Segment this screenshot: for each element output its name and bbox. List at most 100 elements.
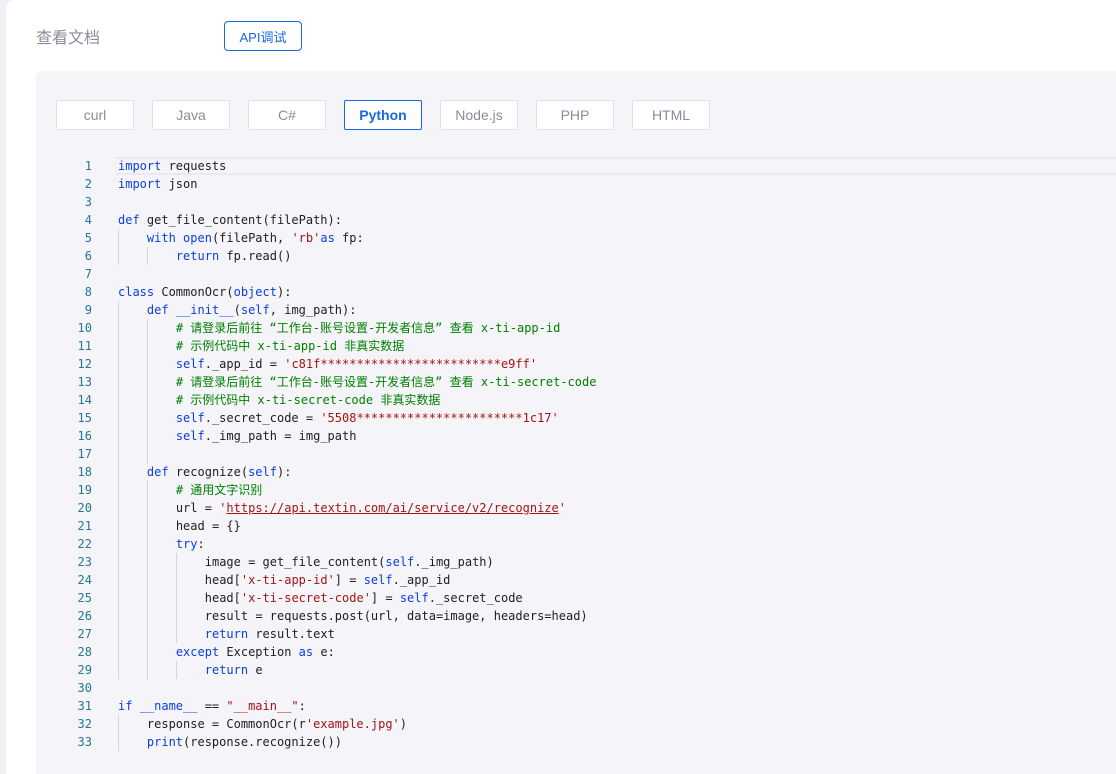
code-url[interactable]: https://api.textin.com/ai/service/v2/rec… bbox=[226, 501, 558, 515]
code-line: 8 class CommonOcr(object): bbox=[36, 283, 1116, 301]
line-number: 30 bbox=[77, 681, 92, 695]
indent-guide bbox=[146, 553, 148, 571]
code-keyword: import bbox=[118, 177, 169, 191]
indent-guide bbox=[118, 661, 119, 679]
language-tab-node-js[interactable]: Node.js bbox=[440, 100, 518, 130]
code-keyword: return bbox=[175, 249, 220, 263]
language-tab-curl[interactable]: curl bbox=[56, 100, 134, 130]
code-token: ] = bbox=[334, 573, 364, 587]
code-line: 19 # 通用文字识别 bbox=[36, 481, 1116, 499]
line-number: 27 bbox=[77, 627, 92, 641]
line-number: 14 bbox=[77, 393, 92, 407]
code-line: 9 def __init__(self, img_path): bbox=[36, 301, 1116, 319]
code-string: 'rb' bbox=[291, 231, 321, 245]
code-keyword: as bbox=[298, 645, 314, 659]
code-text: head = {} bbox=[176, 517, 241, 535]
line-number: 3 bbox=[84, 195, 92, 209]
code-string: 'x-ti-secret-code' bbox=[240, 591, 371, 605]
code-editor[interactable]: 1 import requests 2 import json 3 4 def get_fi… bbox=[36, 157, 1116, 751]
indent-guide bbox=[146, 247, 148, 265]
language-tab-python[interactable]: Python bbox=[344, 100, 422, 130]
code-line: 22 try: bbox=[36, 535, 1116, 553]
indent-guide bbox=[146, 589, 148, 607]
indent-guide bbox=[146, 337, 148, 355]
indent-guide bbox=[118, 553, 119, 571]
code-token: requests bbox=[168, 159, 227, 173]
code-comment: # 请登录后前往 “工作台-账号设置-开发者信息” 查看 x-ti-secret… bbox=[175, 375, 597, 389]
indent-guide bbox=[118, 571, 119, 589]
code-string: '5508***********************1c17' bbox=[320, 411, 559, 425]
indent-guide bbox=[146, 661, 148, 679]
api-debug-button[interactable]: API调试 bbox=[224, 21, 302, 51]
code-line: 26 result = requests.post(url, data=image… bbox=[36, 607, 1116, 625]
code-text: import requests bbox=[118, 157, 226, 175]
code-text: # 示例代码中 x-ti-secret-code 非真实数据 bbox=[176, 391, 441, 409]
indent-guide bbox=[175, 607, 177, 625]
line-number: 25 bbox=[77, 591, 92, 605]
code-token: ): bbox=[276, 465, 292, 479]
code-text: if __name__ == "__main__": bbox=[118, 697, 306, 715]
indent-guide bbox=[175, 589, 177, 607]
indent-guide bbox=[146, 499, 148, 517]
indent-guide bbox=[175, 625, 177, 643]
code-line: 15 self._secret_code = '5508*************… bbox=[36, 409, 1116, 427]
indent-guide bbox=[146, 319, 148, 337]
code-keyword: open bbox=[183, 231, 212, 245]
indent-guide bbox=[118, 535, 119, 553]
line-number: 23 bbox=[77, 555, 92, 569]
line-number: 29 bbox=[77, 663, 92, 677]
indent-guide bbox=[118, 337, 119, 355]
code-text: except Exception as e: bbox=[176, 643, 335, 661]
indent-guide bbox=[146, 535, 148, 553]
line-number: 10 bbox=[77, 321, 92, 335]
code-line: 20 url = 'https://api.textin.com/ai/servi… bbox=[36, 499, 1116, 517]
code-text: return result.text bbox=[205, 625, 335, 643]
code-keyword: import bbox=[118, 159, 169, 173]
code-keyword: self bbox=[175, 411, 205, 425]
code-token: ( bbox=[233, 303, 241, 317]
code-keyword: self bbox=[175, 357, 205, 371]
code-keyword: return bbox=[204, 663, 249, 677]
code-token: json bbox=[168, 177, 198, 191]
code-text: url = 'https://api.textin.com/ai/service… bbox=[176, 499, 566, 517]
code-keyword: def bbox=[146, 303, 169, 317]
code-keyword: object bbox=[233, 285, 277, 299]
line-number: 6 bbox=[84, 249, 92, 263]
code-token: ._app_id = bbox=[204, 357, 285, 371]
code-text: # 示例代码中 x-ti-app-id 非真实数据 bbox=[176, 337, 404, 355]
code-comment: # 示例代码中 x-ti-secret-code 非真实数据 bbox=[175, 393, 441, 407]
code-keyword: self bbox=[363, 573, 393, 587]
language-tab-html[interactable]: HTML bbox=[632, 100, 710, 130]
code-token: ._app_id bbox=[392, 573, 451, 587]
language-tab-c-[interactable]: C# bbox=[248, 100, 326, 130]
code-token: e: bbox=[313, 645, 335, 659]
language-tab-php[interactable]: PHP bbox=[536, 100, 614, 130]
code-token: result.text bbox=[248, 627, 335, 641]
line-number: 15 bbox=[77, 411, 92, 425]
code-line: 23 image = get_file_content(self._img_pat… bbox=[36, 553, 1116, 571]
code-keyword: as bbox=[320, 231, 335, 245]
code-line: 30 bbox=[36, 679, 1116, 697]
code-keyword: __name__ bbox=[139, 699, 198, 713]
indent-guide bbox=[118, 373, 119, 391]
code-token: ): bbox=[276, 285, 292, 299]
code-string: 'example.jpg' bbox=[305, 717, 400, 731]
code-token: fp.read() bbox=[219, 249, 292, 263]
code-line: 24 head['x-ti-app-id'] = self._app_id bbox=[36, 571, 1116, 589]
line-number: 2 bbox=[84, 177, 92, 191]
indent-guide bbox=[118, 517, 119, 535]
line-number: 22 bbox=[77, 537, 92, 551]
line-number: 1 bbox=[84, 159, 92, 173]
code-token: result = requests.post(url, data=image, … bbox=[204, 609, 588, 623]
indent-guide bbox=[118, 499, 119, 517]
code-token: fp: bbox=[334, 231, 364, 245]
code-line: 2 import json bbox=[36, 175, 1116, 193]
language-tab-java[interactable]: Java bbox=[152, 100, 230, 130]
indent-guide bbox=[146, 517, 148, 535]
code-line: 27 return result.text bbox=[36, 625, 1116, 643]
code-keyword: if bbox=[118, 699, 133, 713]
code-line: 16 self._img_path = img_path bbox=[36, 427, 1116, 445]
indent-guide bbox=[118, 319, 119, 337]
line-number: 16 bbox=[77, 429, 92, 443]
tab-view-docs[interactable]: 查看文档 bbox=[36, 28, 100, 50]
